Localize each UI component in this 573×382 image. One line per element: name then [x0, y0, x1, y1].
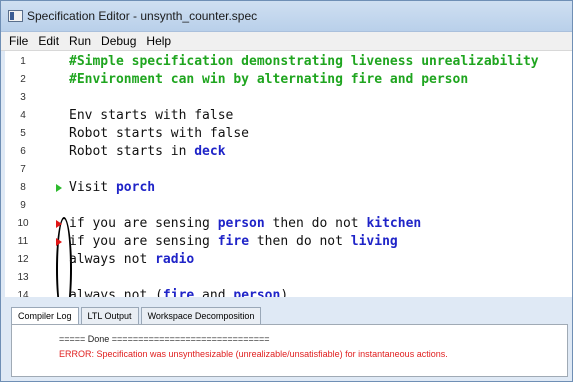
- red-error-marker-icon[interactable]: [56, 220, 62, 228]
- app-icon: [8, 10, 23, 22]
- keyword-token: porch: [115, 180, 156, 195]
- code-line[interactable]: 11 if you are sensing fire then do not li…: [5, 233, 572, 251]
- code-text: #Environment can win by alternating fire…: [69, 71, 468, 89]
- log-done-line: ===== Done =============================…: [59, 334, 270, 344]
- comment-token: #Simple specification demonstrating live…: [69, 54, 539, 69]
- text-token: Robot starts with false: [69, 126, 250, 141]
- keyword-token: radio: [155, 252, 195, 267]
- line-number: 12: [17, 254, 29, 265]
- keyword-token: fire: [217, 234, 250, 249]
- keyword-token: living: [350, 234, 398, 249]
- line-number: 9: [20, 200, 26, 211]
- comment-token: #Environment can win by alternating fire…: [69, 72, 469, 87]
- text-token: then do not: [249, 234, 351, 249]
- code-line[interactable]: 7: [5, 161, 572, 179]
- text-token: Env starts with false: [69, 108, 234, 123]
- code-text: if you are sensing person then do not ki…: [69, 215, 421, 233]
- text-token: if you are sensing: [69, 216, 218, 231]
- line-number: 14: [17, 290, 29, 297]
- text-token: always not: [69, 252, 156, 267]
- keyword-token: person: [217, 216, 265, 231]
- menu-run[interactable]: Run: [64, 34, 96, 48]
- line-number: 1: [20, 56, 26, 67]
- code-text: always not radio: [69, 251, 194, 269]
- code-line[interactable]: 5 Robot starts with false: [5, 125, 572, 143]
- line-number: 13: [17, 272, 29, 283]
- window-title: Specification Editor - unsynth_counter.s…: [27, 9, 258, 23]
- line-number: 8: [20, 182, 26, 193]
- line-number: 7: [20, 164, 26, 175]
- code-line[interactable]: 12 always not radio: [5, 251, 572, 269]
- code-text: if you are sensing fire then do not livi…: [69, 233, 398, 251]
- code-line[interactable]: 4 Env starts with false: [5, 107, 572, 125]
- line-number: 11: [17, 236, 29, 247]
- text-token: Visit: [69, 180, 116, 195]
- title-bar: Specification Editor - unsynth_counter.s…: [1, 1, 572, 32]
- code-line[interactable]: 3: [5, 89, 572, 107]
- line-number: 3: [20, 92, 26, 103]
- code-line[interactable]: 2 #Environment can win by alternating fir…: [5, 71, 572, 89]
- code-text: #Simple specification demonstrating live…: [69, 53, 539, 71]
- keyword-token: deck: [194, 144, 226, 159]
- text-token: ): [280, 288, 289, 297]
- line-number: 4: [20, 110, 26, 121]
- menu-debug[interactable]: Debug: [96, 34, 141, 48]
- code-text: always not (fire and person): [69, 287, 288, 297]
- code-editor[interactable]: 1 #Simple specification demonstrating liv…: [5, 51, 572, 297]
- code-line[interactable]: 10 if you are sensing person then do not …: [5, 215, 572, 233]
- code-text: Visit porch: [69, 179, 155, 197]
- code-text: Robot starts in deck: [69, 143, 226, 161]
- tab-ltl-output[interactable]: LTL Output: [80, 307, 139, 324]
- tab-workspace-decomposition[interactable]: Workspace Decomposition: [140, 307, 262, 324]
- text-token: Robot starts in: [69, 144, 195, 159]
- text-token: always not (: [69, 288, 163, 297]
- menu-help[interactable]: Help: [141, 34, 176, 48]
- line-number: 5: [20, 128, 26, 139]
- red-error-marker-icon[interactable]: [56, 238, 62, 246]
- text-token: then do not: [264, 216, 367, 231]
- log-error-line: ERROR: Specification was unsynthesizable…: [59, 349, 448, 359]
- keyword-token: kitchen: [366, 216, 422, 231]
- tab-compiler-log[interactable]: Compiler Log: [11, 307, 79, 324]
- code-line[interactable]: 1 #Simple specification demonstrating liv…: [5, 53, 572, 71]
- code-line[interactable]: 14 always not (fire and person): [5, 287, 572, 297]
- line-number: 6: [20, 146, 26, 157]
- menu-edit[interactable]: Edit: [33, 34, 64, 48]
- code-line[interactable]: 8 Visit porch: [5, 179, 572, 197]
- compiler-log-panel[interactable]: ===== Done =============================…: [11, 324, 568, 377]
- code-line[interactable]: 9: [5, 197, 572, 215]
- menu-bar: File Edit Run Debug Help: [1, 32, 572, 51]
- code-text: Env starts with false: [69, 107, 233, 125]
- keyword-token: person: [233, 288, 281, 297]
- code-line[interactable]: 6 Robot starts in deck: [5, 143, 572, 161]
- log-tabs: Compiler Log LTL Output Workspace Decomp…: [11, 307, 263, 324]
- editor-window: Specification Editor - unsynth_counter.s…: [0, 0, 573, 382]
- green-marker-icon[interactable]: [56, 184, 62, 192]
- code-text: Robot starts with false: [69, 125, 249, 143]
- keyword-token: fire: [162, 288, 195, 297]
- line-number: 2: [20, 74, 26, 85]
- code-line[interactable]: 13: [5, 269, 572, 287]
- menu-file[interactable]: File: [4, 34, 33, 48]
- text-token: if you are sensing: [69, 234, 218, 249]
- text-token: and: [194, 288, 234, 297]
- line-number: 10: [17, 218, 29, 229]
